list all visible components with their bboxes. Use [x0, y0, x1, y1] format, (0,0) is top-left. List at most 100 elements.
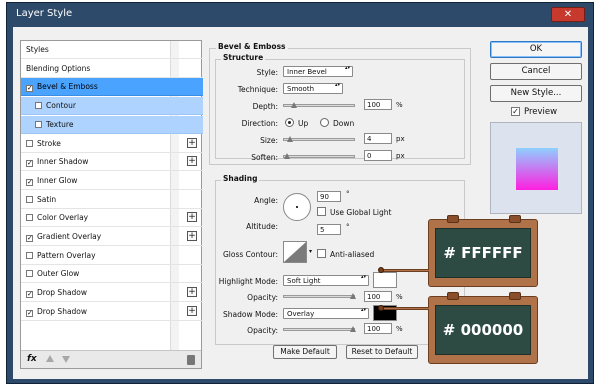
styles-list-item-label: Styles — [26, 45, 49, 54]
soften-slider[interactable] — [283, 153, 355, 159]
angle-field[interactable]: 90 — [317, 191, 341, 202]
styles-list-item[interactable]: Pattern Overlay — [21, 247, 203, 265]
checkbox-checked-icon[interactable]: ✓ — [26, 291, 33, 299]
highlight-opacity-unit: % — [396, 293, 403, 301]
checkbox-checked-icon[interactable]: ✓ — [26, 160, 33, 168]
gloss-contour-dropdown-icon[interactable]: ▾ — [309, 248, 312, 255]
checkbox-icon[interactable] — [26, 270, 33, 278]
highlight-mode-select[interactable]: Soft Light — [283, 275, 369, 286]
checkbox-icon[interactable] — [26, 251, 33, 259]
styles-list-item[interactable]: ✓ Inner Glow — [21, 172, 203, 190]
size-slider[interactable] — [283, 136, 355, 142]
ok-button[interactable]: OK — [490, 41, 582, 58]
shadow-opacity-unit: % — [396, 325, 403, 333]
checkbox-checked-icon[interactable]: ✓ — [26, 85, 33, 93]
fx-button[interactable]: fx — [27, 354, 37, 364]
direction-up-radio[interactable] — [285, 118, 294, 127]
add-style-icon[interactable]: + — [187, 212, 197, 223]
checkbox-icon[interactable] — [35, 120, 42, 128]
styles-list-item-label: Pattern Overlay — [37, 250, 96, 260]
gloss-contour-picker[interactable] — [283, 241, 307, 263]
styles-list-item[interactable]: Blending Options — [21, 60, 203, 78]
close-icon[interactable]: ✕ — [551, 7, 585, 22]
preview-swatch — [516, 148, 558, 190]
depth-slider[interactable] — [283, 102, 355, 108]
make-default-button[interactable]: Make Default — [273, 345, 337, 359]
shadow-opacity-slider[interactable] — [283, 326, 356, 332]
global-light-label: Use Global Light — [330, 208, 392, 217]
window-title: Layer Style — [16, 8, 73, 19]
styles-list-item-label: Stroke — [37, 138, 61, 148]
highlight-opacity-field[interactable]: 100 — [364, 291, 392, 302]
shadow-color-callout-text: # 000000 — [435, 305, 531, 355]
styles-list-item[interactable]: ✓ Inner Shadow + — [21, 153, 203, 172]
styles-list-item[interactable]: ✓ Gradient Overlay + — [21, 228, 203, 246]
add-style-icon[interactable]: + — [187, 305, 197, 316]
highlight-opacity-slider[interactable] — [283, 293, 356, 299]
highlight-color-callout-text: # FFFFFF — [435, 228, 531, 278]
add-style-icon[interactable]: + — [187, 137, 197, 148]
cancel-button[interactable]: Cancel — [490, 63, 582, 80]
styles-list-item[interactable]: Outer Glow — [21, 265, 203, 284]
angle-dial[interactable] — [283, 193, 311, 221]
styles-list-item[interactable]: Stroke + — [21, 135, 203, 153]
soften-slider-thumb[interactable] — [284, 153, 290, 159]
styles-list-item[interactable]: Satin — [21, 191, 203, 209]
styles-list-item[interactable]: ✓ Drop Shadow + — [21, 284, 203, 303]
styles-list-footer: fx — [21, 350, 201, 368]
altitude-unit: ° — [346, 223, 350, 231]
depth-field[interactable]: 100 — [364, 99, 392, 110]
checkbox-checked-icon[interactable]: ✓ — [26, 178, 33, 186]
checkbox-icon[interactable] — [26, 195, 33, 203]
styles-list-item[interactable]: Texture — [21, 115, 203, 134]
checkbox-icon[interactable] — [26, 139, 33, 147]
global-light-checkbox[interactable] — [317, 207, 326, 216]
soften-field[interactable]: 0 — [364, 150, 392, 161]
styles-list-item-label: Contour — [46, 101, 76, 111]
layer-style-window: Layer Style ✕ Styles Blending Options ✓ Bev… — [6, 2, 594, 384]
checkbox-checked-icon[interactable]: ✓ — [26, 235, 33, 242]
direction-label: Direction: — [241, 119, 278, 128]
depth-slider-thumb[interactable] — [290, 102, 297, 108]
style-select[interactable]: Inner Bevel — [283, 66, 353, 77]
styles-list-item[interactable]: Contour — [21, 97, 203, 116]
depth-label: Depth: — [252, 102, 278, 111]
shadow-mode-select[interactable]: Overlay — [283, 308, 369, 319]
trash-icon[interactable] — [187, 355, 195, 365]
size-field[interactable]: 4 — [364, 133, 392, 144]
styles-list-item-label: Inner Shadow — [37, 157, 89, 167]
preview-frame — [490, 122, 582, 214]
move-up-icon[interactable] — [46, 355, 54, 362]
styles-list-item[interactable]: Styles — [21, 41, 203, 59]
highlight-color-swatch[interactable] — [373, 272, 397, 288]
styles-list-item-label: Inner Glow — [37, 175, 78, 185]
altitude-field[interactable]: 5 — [317, 224, 341, 235]
direction-up-label: Up — [298, 119, 309, 128]
styles-list-item-label: Bevel & Emboss — [37, 82, 98, 92]
soften-unit: px — [396, 152, 405, 160]
add-style-icon[interactable]: + — [187, 287, 197, 298]
preview-checkbox[interactable]: ✓ — [511, 107, 520, 116]
styles-list-item-label: Gradient Overlay — [37, 232, 102, 241]
technique-select[interactable]: Smooth — [283, 83, 343, 94]
styles-list-item[interactable]: ✓ Bevel & Emboss — [21, 78, 203, 97]
checkbox-icon[interactable] — [26, 214, 33, 222]
shadow-opacity-field[interactable]: 100 — [364, 323, 392, 334]
move-down-icon[interactable] — [62, 356, 70, 363]
checkbox-checked-icon[interactable]: ✓ — [26, 309, 33, 317]
callout-tab-left — [447, 215, 459, 223]
styles-list-item[interactable]: Color Overlay + — [21, 209, 203, 228]
add-style-icon[interactable]: + — [187, 156, 197, 167]
add-style-icon[interactable]: + — [187, 231, 197, 241]
anti-aliased-checkbox[interactable] — [317, 249, 326, 258]
highlight-opacity-thumb[interactable] — [350, 293, 356, 299]
styles-list-item[interactable]: ✓ Drop Shadow + — [21, 303, 203, 321]
highlight-color-callout: # FFFFFF — [428, 215, 538, 287]
shadow-opacity-thumb[interactable] — [350, 326, 356, 332]
styles-list-item-label: Outer Glow — [37, 269, 80, 279]
direction-down-radio[interactable] — [320, 118, 329, 127]
reset-to-default-button[interactable]: Reset to Default — [346, 345, 418, 359]
new-style-button[interactable]: New Style... — [490, 85, 582, 102]
checkbox-icon[interactable] — [35, 102, 42, 110]
size-slider-thumb[interactable] — [287, 136, 294, 142]
